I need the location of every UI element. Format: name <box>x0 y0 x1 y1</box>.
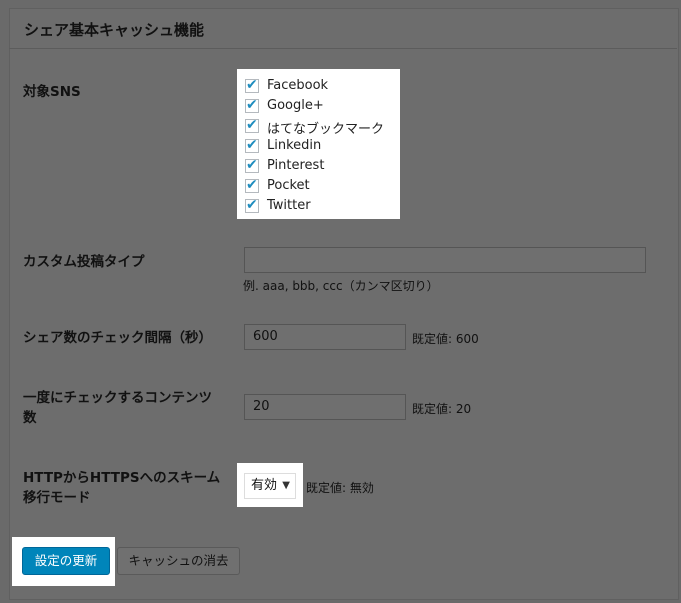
checkmark-icon: ✔ <box>246 157 258 173</box>
dropdown-arrow-icon: ▼ <box>282 480 290 491</box>
sns-item-label: Pocket <box>267 178 310 193</box>
batch-size-label: 一度にチェックするコンテンツ 数 <box>23 388 212 428</box>
batch-size-label-line1: 一度にチェックするコンテンツ <box>23 390 212 406</box>
sns-checkbox[interactable]: ✔ <box>245 117 259 133</box>
checkmark-icon: ✔ <box>246 97 258 113</box>
update-button-highlight: 設定の更新 <box>12 537 115 586</box>
checkmark-icon: ✔ <box>246 117 258 133</box>
custom-post-type-input[interactable] <box>244 247 646 273</box>
sns-item-label: Pinterest <box>267 158 325 173</box>
sns-checkbox[interactable]: ✔ <box>245 197 259 213</box>
sns-checkbox[interactable]: ✔ <box>245 177 259 193</box>
check-interval-input[interactable]: 600 <box>244 324 406 350</box>
scheme-migration-select[interactable]: 有効 ▼ <box>244 473 296 499</box>
scheme-migration-label-line2: 移行モード <box>23 490 91 506</box>
check-interval-default: 既定値: 600 <box>412 332 479 346</box>
batch-size-input[interactable]: 20 <box>244 394 406 420</box>
scheme-migration-default: 既定値: 無効 <box>306 481 374 495</box>
scheme-migration-label-line1: HTTPからHTTPSへのスキーム <box>23 470 221 486</box>
sns-checkbox[interactable]: ✔ <box>245 97 259 113</box>
sns-checkbox[interactable]: ✔ <box>245 137 259 153</box>
sns-item-label: Twitter <box>267 198 311 213</box>
sns-item-label: Google+ <box>267 98 324 113</box>
checkmark-icon: ✔ <box>246 77 258 93</box>
scheme-migration-highlight: 有効 ▼ <box>237 463 303 507</box>
checkmark-icon: ✔ <box>246 137 258 153</box>
sns-checkbox[interactable]: ✔ <box>245 77 259 93</box>
panel-header: シェア基本キャッシュ機能 <box>9 8 677 49</box>
scheme-migration-selected: 有効 <box>251 478 278 493</box>
clear-cache-button[interactable]: キャッシュの消去 <box>117 547 240 575</box>
check-interval-label: シェア数のチェック間隔（秒） <box>23 330 212 346</box>
update-settings-button[interactable]: 設定の更新 <box>22 547 110 575</box>
sns-item-label: Facebook <box>267 78 329 93</box>
custom-post-type-label: カスタム投稿タイプ <box>23 254 145 270</box>
sns-item-label: はてなブックマーク <box>267 122 385 137</box>
scheme-migration-label: HTTPからHTTPSへのスキーム 移行モード <box>23 468 220 508</box>
custom-post-type-help: 例. aaa, bbb, ccc（カンマ区切り） <box>243 279 439 293</box>
sns-item-label: Linkedin <box>267 138 322 153</box>
checkmark-icon: ✔ <box>246 197 258 213</box>
batch-size-default: 既定値: 20 <box>412 402 472 416</box>
sns-label: 対象SNS <box>23 84 81 100</box>
sns-checkbox-group: ✔ Facebook ✔ Google+ ✔ はてなブックマーク ✔ Linkedin ✔ Pin… <box>237 69 400 219</box>
sns-checkbox[interactable]: ✔ <box>245 157 259 173</box>
batch-size-label-line2: 数 <box>23 410 37 426</box>
checkmark-icon: ✔ <box>246 177 258 193</box>
panel-title: シェア基本キャッシュ機能 <box>24 21 205 39</box>
